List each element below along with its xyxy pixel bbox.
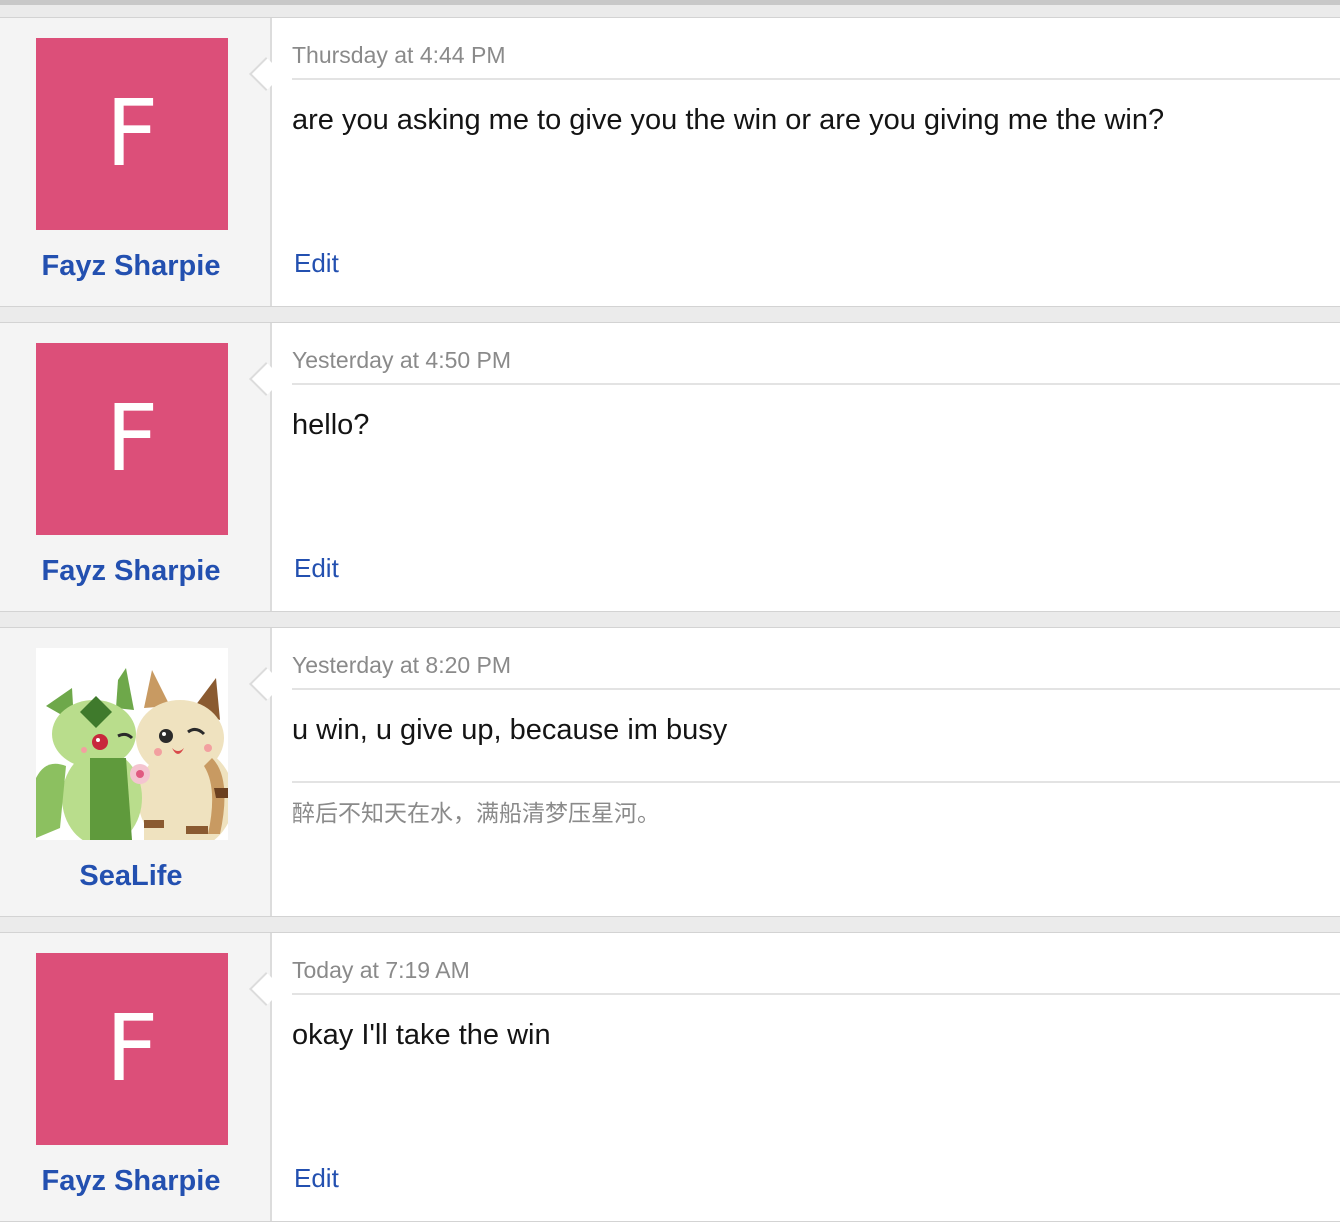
message-content: Yesterday at 4:50 PM hello? Edit (292, 323, 1340, 611)
message-4: F Fayz Sharpie Today at 7:19 AM okay I'l… (0, 932, 1340, 1222)
avatar[interactable] (36, 648, 228, 840)
username-link[interactable]: Fayz Sharpie (0, 1165, 262, 1198)
avatar[interactable]: F (36, 38, 228, 230)
cartoon-cat-pair-image (36, 668, 228, 840)
message-body: hello? (292, 409, 370, 441)
divider (292, 383, 1340, 385)
message-user-info: F Fayz Sharpie (0, 18, 272, 306)
message-1: F Fayz Sharpie Thursday at 4:44 PM are y… (0, 17, 1340, 307)
divider (292, 993, 1340, 995)
message-body: are you asking me to give you the win or… (292, 104, 1165, 136)
signature-divider (292, 781, 1340, 783)
message-user-info: F Fayz Sharpie (0, 933, 272, 1221)
message-user-info: F Fayz Sharpie (0, 323, 272, 611)
edit-link[interactable]: Edit (294, 553, 339, 584)
message-content: Yesterday at 8:20 PM u win, u give up, b… (292, 628, 1340, 916)
avatar[interactable]: F (36, 953, 228, 1145)
message-timestamp[interactable]: Today at 7:19 AM (292, 957, 470, 984)
message-body: okay I'll take the win (292, 1019, 551, 1051)
avatar[interactable]: F (36, 343, 228, 535)
message-3: SeaLife Yesterday at 8:20 PM u win, u gi… (0, 627, 1340, 917)
user-signature: 醉后不知天在水，满船清梦压星河。 (292, 801, 660, 827)
message-user-info: SeaLife (0, 628, 272, 916)
username-link[interactable]: SeaLife (0, 860, 262, 893)
edit-link[interactable]: Edit (294, 1163, 339, 1194)
message-timestamp[interactable]: Yesterday at 4:50 PM (292, 347, 511, 374)
username-link[interactable]: Fayz Sharpie (0, 250, 262, 283)
message-timestamp[interactable]: Thursday at 4:44 PM (292, 42, 506, 69)
message-timestamp[interactable]: Yesterday at 8:20 PM (292, 652, 511, 679)
message-2: F Fayz Sharpie Yesterday at 4:50 PM hell… (0, 322, 1340, 612)
message-content: Today at 7:19 AM okay I'll take the win … (292, 933, 1340, 1221)
divider (292, 78, 1340, 80)
username-link[interactable]: Fayz Sharpie (0, 555, 262, 588)
message-content: Thursday at 4:44 PM are you asking me to… (292, 18, 1340, 306)
divider (292, 688, 1340, 690)
message-body: u win, u give up, because im busy (292, 714, 728, 746)
edit-link[interactable]: Edit (294, 248, 339, 279)
conversation-thread: F Fayz Sharpie Thursday at 4:44 PM are y… (0, 0, 1340, 1222)
